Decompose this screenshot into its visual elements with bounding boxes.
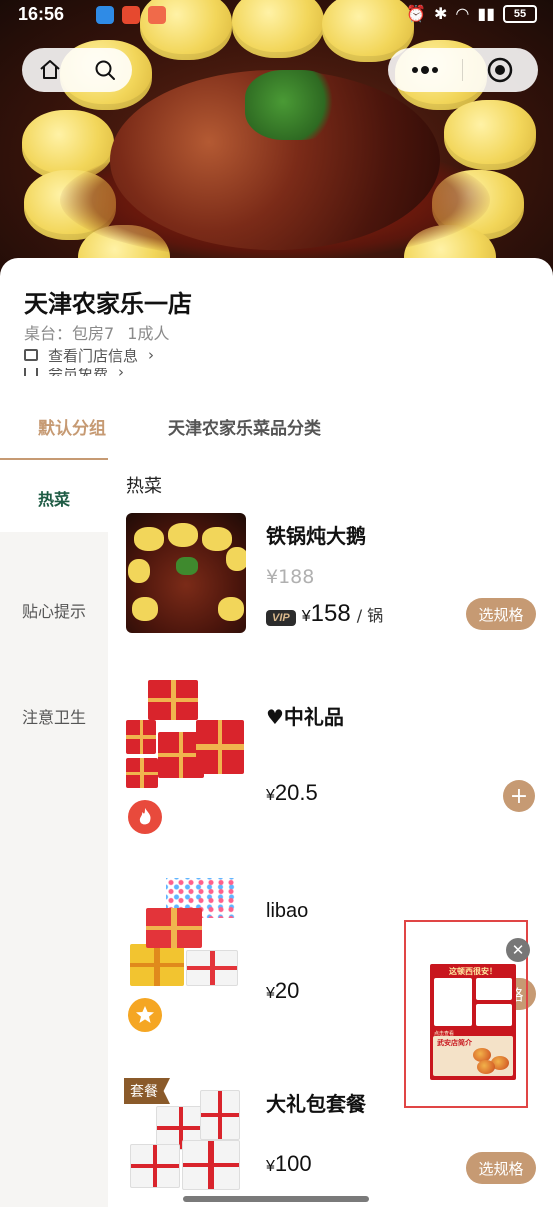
poster-banner: 武安店简介 bbox=[433, 1036, 513, 1076]
item-name: 铁锅炖大鹅 bbox=[266, 524, 366, 548]
hero-banner-image: 16:56 ⏰ ✱ ◠ ▮▮ 55 bbox=[0, 0, 553, 290]
vip-price: ¥158 bbox=[302, 600, 351, 628]
item-name: ♥中礼品 bbox=[266, 705, 344, 729]
dish-image-gift[interactable] bbox=[126, 676, 246, 796]
poster-card bbox=[476, 978, 512, 1000]
currency-symbol: ¥ bbox=[266, 787, 275, 804]
member-link[interactable]: 会员免费 › bbox=[24, 368, 124, 376]
bluetooth-icon: ✱ bbox=[434, 4, 448, 23]
cilantro-garnish bbox=[245, 70, 340, 140]
home-indicator[interactable] bbox=[183, 1196, 369, 1202]
table-info: 桌台：包房7 1成人 bbox=[24, 320, 169, 344]
select-spec-button[interactable]: 选规格 bbox=[466, 598, 536, 630]
group-tabs: 默认分组 天津农家乐菜品分类 bbox=[0, 396, 553, 460]
chevron-right-icon: › bbox=[148, 346, 155, 364]
dish-image-libao[interactable] bbox=[126, 874, 246, 994]
chat-app-icon bbox=[96, 6, 114, 24]
nav-pill-left bbox=[22, 48, 132, 92]
status-bar: 16:56 ⏰ ✱ ◠ ▮▮ 55 bbox=[0, 0, 553, 30]
currency-symbol: ¥ bbox=[301, 608, 311, 625]
price-value: 20.5 bbox=[274, 780, 318, 805]
category-hygiene[interactable]: 注意卫生 bbox=[0, 704, 108, 728]
promo-close-button[interactable]: ✕ bbox=[506, 938, 530, 962]
more-dots-icon bbox=[412, 66, 438, 74]
search-icon bbox=[95, 60, 115, 80]
category-tips[interactable]: 贴心提示 bbox=[0, 598, 108, 622]
vip-price-row: VIP ¥158 / 锅 bbox=[266, 600, 383, 628]
item-name: 大礼包套餐 bbox=[266, 1092, 366, 1116]
battery-level: 55 bbox=[513, 7, 527, 20]
item-price: ¥100 bbox=[266, 1151, 312, 1177]
store-info-label: 查看门店信息 bbox=[48, 346, 139, 365]
food-thumb bbox=[477, 1060, 495, 1074]
shop-name: 天津农家乐一店 bbox=[24, 290, 192, 318]
status-time: 16:56 bbox=[18, 4, 65, 24]
price-value: 100 bbox=[274, 1151, 312, 1176]
section-title: 热菜 bbox=[126, 476, 162, 497]
wifi-icon: ◠ bbox=[455, 4, 470, 23]
poster-card bbox=[476, 1004, 512, 1026]
alarm-icon: ⏰ bbox=[406, 4, 427, 23]
category-sidebar: 热菜 贴心提示 注意卫生 bbox=[0, 460, 108, 1207]
gallery-icon bbox=[148, 6, 166, 24]
more-button[interactable] bbox=[388, 48, 462, 92]
vip-price-value: 158 bbox=[310, 600, 351, 627]
category-hot-dishes[interactable]: 热菜 bbox=[0, 486, 108, 510]
price-value: 20 bbox=[274, 978, 300, 1003]
close-icon: ✕ bbox=[511, 941, 525, 959]
tab-default-group[interactable]: 默认分组 bbox=[38, 414, 106, 439]
promo-poster[interactable]: 这顿西很安！ 点击查看 武安店简介 bbox=[430, 964, 516, 1080]
home-icon bbox=[39, 60, 60, 79]
vip-badge: VIP bbox=[266, 610, 296, 626]
battery-icon: 55 bbox=[503, 4, 537, 23]
tab-dish-categories[interactable]: 天津农家乐菜品分类 bbox=[168, 414, 321, 439]
item-price: ¥20.5 bbox=[266, 780, 318, 806]
currency-symbol: ¥ bbox=[266, 1158, 275, 1175]
dish-image-goose[interactable] bbox=[126, 513, 246, 633]
combo-tag: 套餐 bbox=[124, 1078, 170, 1104]
hot-flame-icon bbox=[128, 800, 162, 834]
close-miniprogram-button[interactable] bbox=[463, 48, 537, 92]
potato-slice bbox=[444, 100, 536, 170]
capsule-menu bbox=[388, 48, 538, 92]
add-to-cart-button[interactable]: + bbox=[503, 780, 535, 812]
signal-icon: ▮▮ bbox=[477, 4, 495, 23]
select-spec-button[interactable]: 选规格 bbox=[466, 1152, 536, 1184]
poster-title: 这顿西很安！ bbox=[449, 967, 497, 976]
price-unit: / 锅 bbox=[356, 606, 384, 625]
poster-card bbox=[434, 978, 472, 1026]
search-button[interactable] bbox=[77, 48, 132, 92]
target-icon bbox=[487, 57, 513, 83]
member-label: 会员免费 bbox=[48, 368, 108, 376]
weibo-icon bbox=[122, 6, 140, 24]
status-right: ⏰ ✱ ◠ ▮▮ 55 bbox=[406, 4, 537, 23]
store-info-link[interactable]: 查看门店信息 › bbox=[24, 346, 154, 364]
currency-symbol: ¥ bbox=[266, 985, 275, 1002]
table-label: 桌台：包房7 bbox=[24, 324, 115, 343]
item-original-price: ¥188 bbox=[266, 566, 315, 588]
poster-banner-title: 武安店简介 bbox=[437, 1039, 472, 1047]
item-price: ¥20 bbox=[266, 978, 299, 1004]
item-name: libao bbox=[266, 900, 309, 922]
star-icon bbox=[128, 998, 162, 1032]
member-icon bbox=[24, 368, 38, 376]
home-button[interactable] bbox=[22, 48, 77, 92]
party-size: 1成人 bbox=[127, 324, 170, 343]
chevron-right-icon: › bbox=[118, 368, 124, 376]
store-icon bbox=[24, 349, 38, 361]
